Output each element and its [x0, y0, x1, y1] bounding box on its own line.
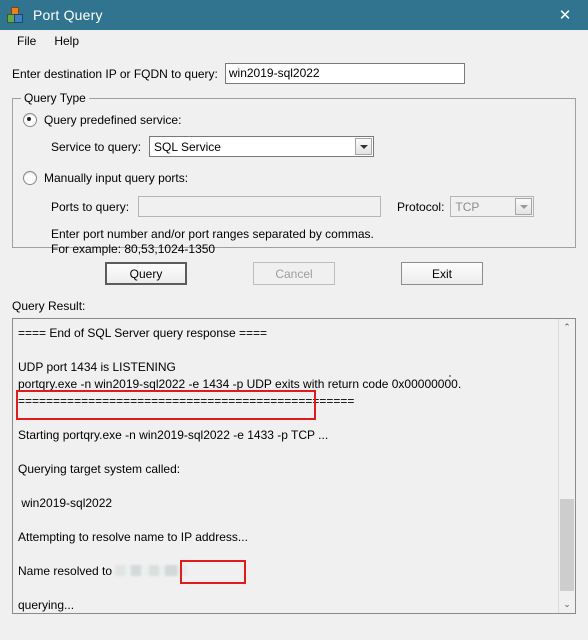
cancel-button: Cancel [253, 262, 335, 285]
chevron-down-icon-protocol[interactable] [515, 198, 533, 215]
result-line [18, 410, 553, 427]
scroll-down-icon[interactable]: ⌄ [559, 596, 575, 613]
service-to-query-row: Service to query: SQL Service [51, 136, 565, 157]
radio-manual-input-ports[interactable]: Manually input query ports: [23, 171, 565, 185]
result-line: portqry.exe -n win2019-sql2022 -e 1434 -… [18, 377, 462, 391]
destination-input[interactable] [224, 63, 465, 84]
scroll-up-icon[interactable]: ⌃ [559, 319, 575, 336]
protocol-value: TCP [455, 199, 480, 214]
query-result-label: Query Result: [12, 299, 86, 313]
close-icon[interactable]: ✕ [542, 0, 588, 30]
action-buttons: Query Cancel Exit [12, 262, 576, 285]
query-type-title: Query Type [21, 91, 89, 105]
result-line [18, 444, 553, 461]
redacted-ip-address [115, 565, 188, 576]
radio-query-predefined-service[interactable]: Query predefined service: [23, 113, 565, 127]
result-line: ==== End of SQL Server query response ==… [18, 326, 268, 340]
query-result-text: ==== End of SQL Server query response ==… [13, 319, 558, 613]
service-to-query-label: Service to query: [51, 139, 142, 154]
pixel-artifact [449, 375, 451, 377]
query-result-box[interactable]: ==== End of SQL Server query response ==… [12, 318, 576, 614]
result-scrollbar[interactable]: ⌃ ⌄ [558, 319, 575, 613]
menu-item-help[interactable]: Help [45, 32, 88, 50]
port-query-icon [7, 7, 23, 23]
result-line [18, 342, 553, 359]
ports-to-query-label: Ports to query: [51, 199, 130, 214]
scrollbar-thumb[interactable] [560, 499, 574, 591]
protocol-label: Protocol: [397, 199, 445, 214]
ports-to-query-input[interactable] [138, 196, 382, 217]
destination-row: Enter destination IP or FQDN to query: [12, 63, 576, 84]
menu-item-file[interactable]: File [8, 32, 45, 50]
radio-label-predefined: Query predefined service: [44, 113, 182, 127]
result-line: Attempting to resolve name to IP address… [18, 530, 248, 544]
destination-label: Enter destination IP or FQDN to query: [12, 66, 218, 81]
result-line: UDP port 1434 is LISTENING [18, 360, 176, 374]
service-to-query-value: SQL Service [154, 139, 221, 154]
menubar: File Help [0, 30, 588, 52]
ports-to-query-row: Ports to query: Protocol: TCP [51, 196, 565, 217]
radio-label-manual: Manually input query ports: [44, 171, 189, 185]
ports-hint: Enter port number and/or port ranges sep… [51, 227, 565, 257]
window-title: Port Query [33, 7, 103, 23]
service-to-query-dropdown[interactable]: SQL Service [149, 136, 375, 157]
exit-button[interactable]: Exit [401, 262, 483, 285]
protocol-dropdown[interactable]: TCP [450, 196, 535, 217]
result-line: Starting portqry.exe -n win2019-sql2022 … [18, 428, 329, 442]
result-line: querying... [18, 598, 75, 612]
result-line: Querying target system called: [18, 462, 181, 476]
radio-icon-predefined[interactable] [23, 113, 37, 127]
result-line: ========================================… [18, 394, 355, 408]
client-area: Enter destination IP or FQDN to query: Q… [0, 63, 588, 614]
ports-hint-line1: Enter port number and/or port ranges sep… [51, 227, 374, 241]
result-line [18, 512, 553, 529]
window-titlebar: Port Query ✕ [0, 0, 588, 30]
query-type-groupbox: Query Type Query predefined service: Ser… [12, 91, 576, 256]
result-line [18, 580, 553, 597]
result-line: win2019-sql2022 [18, 496, 113, 510]
query-button[interactable]: Query [105, 262, 187, 285]
radio-icon-manual[interactable] [23, 171, 37, 185]
result-line [18, 546, 553, 563]
result-line: Name resolved to [18, 563, 553, 580]
result-line [18, 478, 553, 495]
chevron-down-icon[interactable] [355, 138, 373, 155]
ports-hint-line2: For example: 80,53,1024-1350 [51, 242, 216, 256]
